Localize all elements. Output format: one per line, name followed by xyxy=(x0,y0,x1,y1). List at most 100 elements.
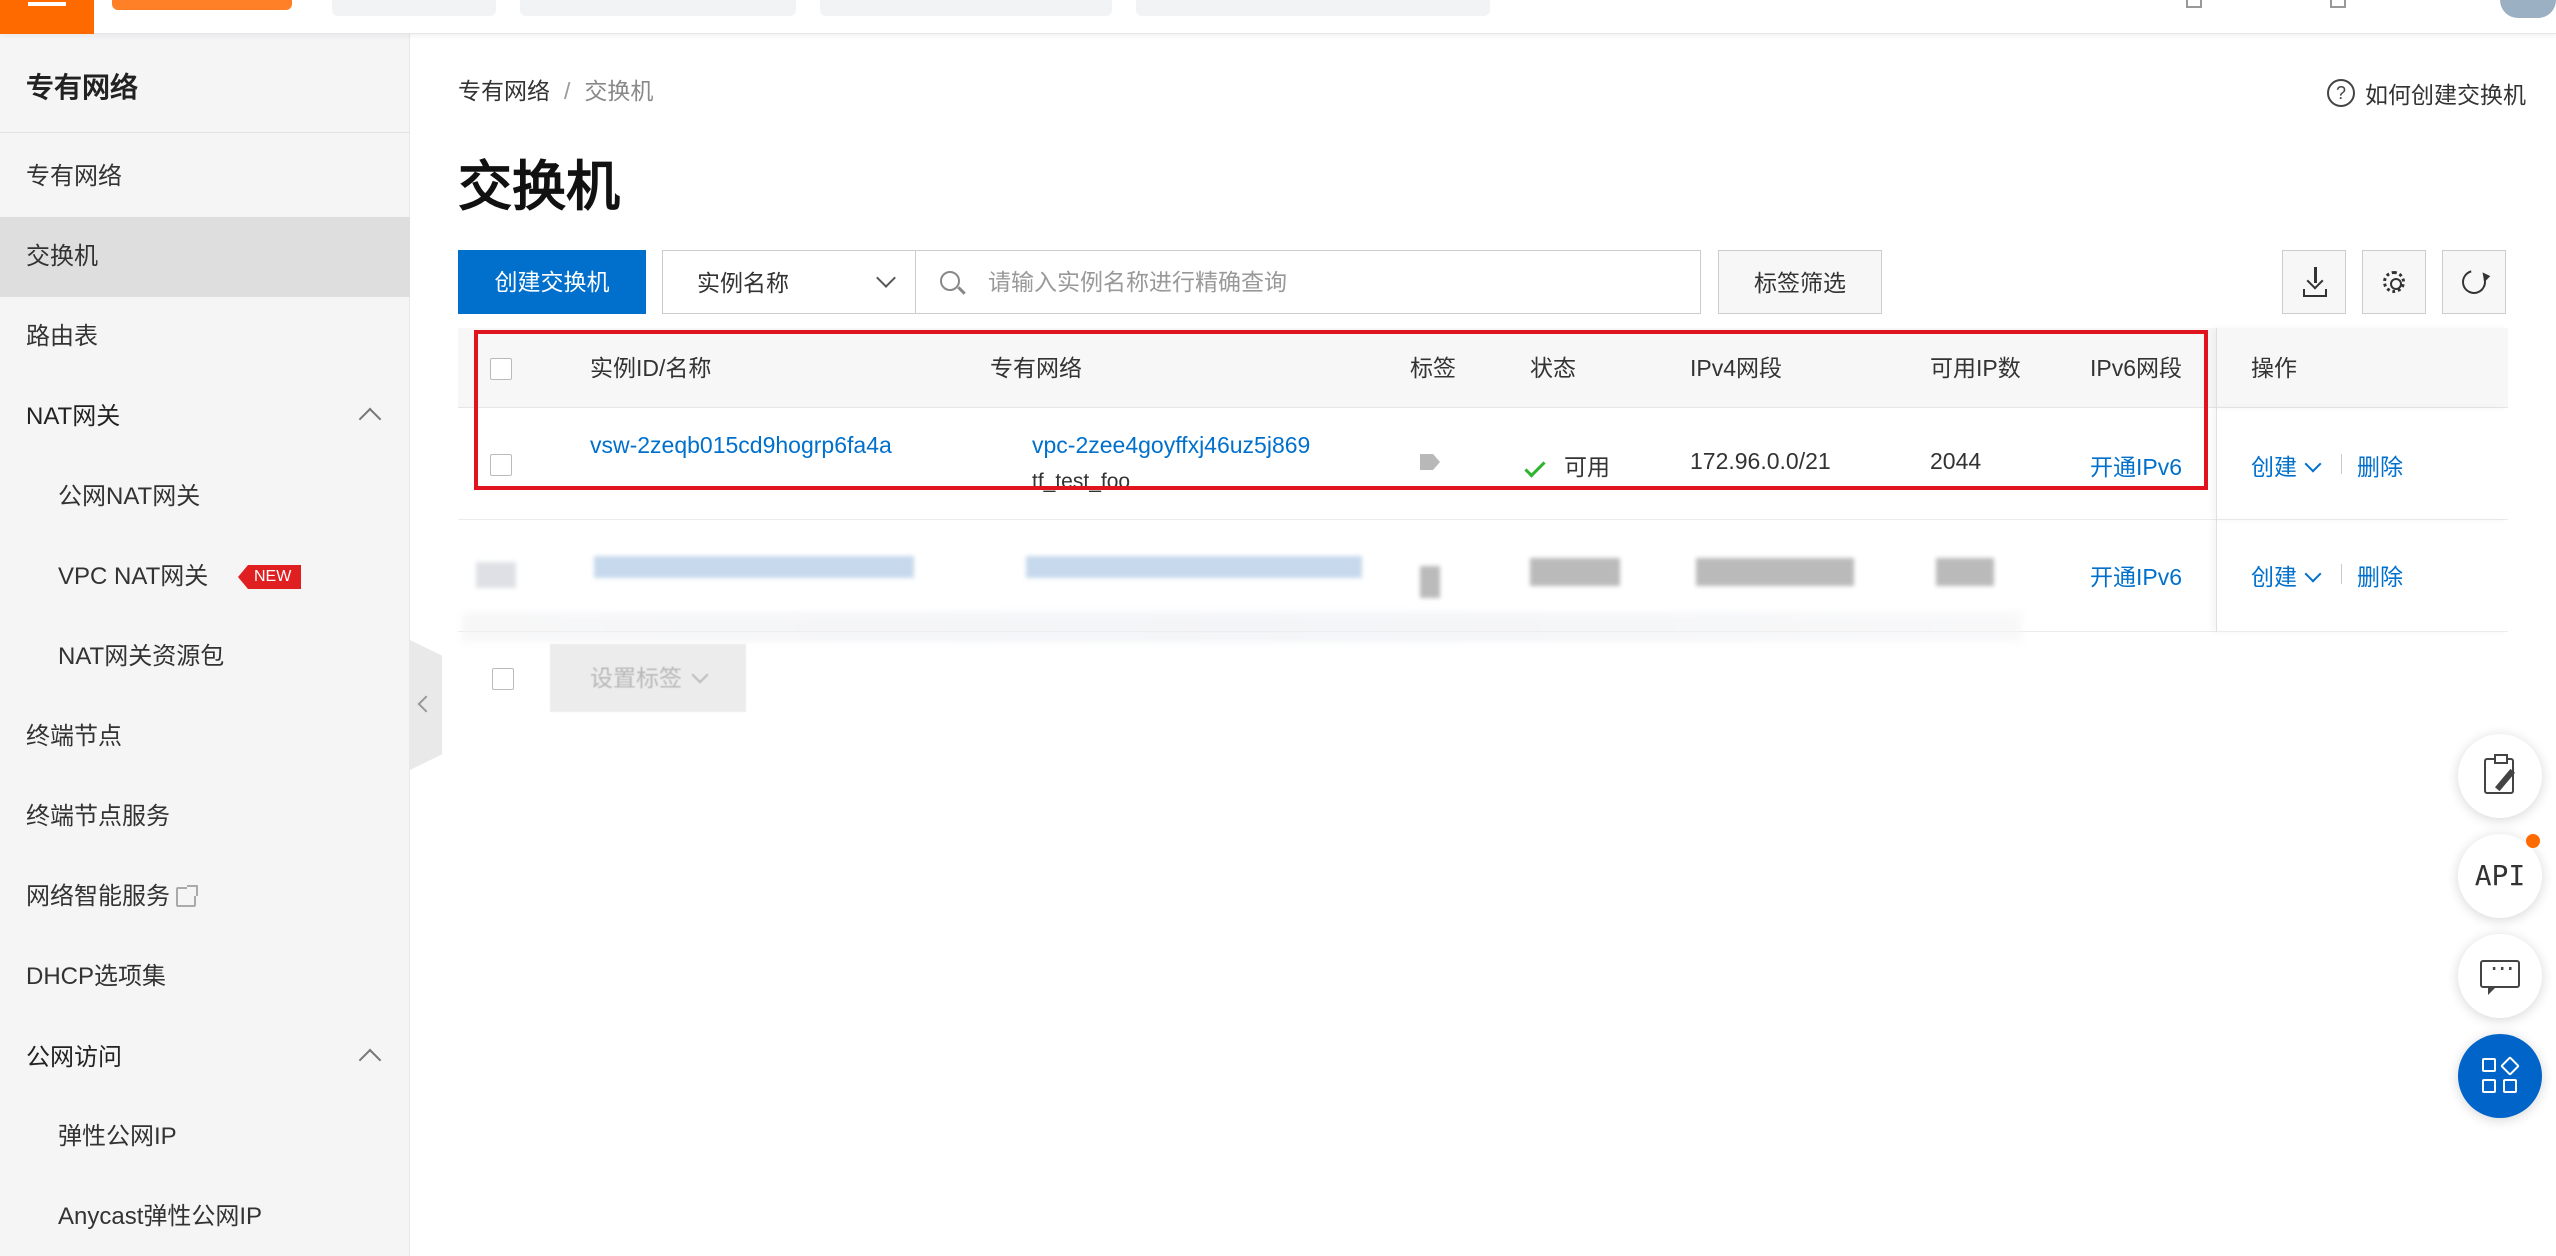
api-button[interactable]: API xyxy=(2458,834,2542,918)
select-all-checkbox[interactable] xyxy=(490,358,512,380)
divider xyxy=(2341,454,2342,474)
chevron-left-icon xyxy=(417,695,435,713)
sidebar-item-network-intelligence[interactable]: 网络智能服务 xyxy=(0,857,410,937)
enable-ipv6-link[interactable]: 开通IPv6 xyxy=(2090,448,2182,482)
sidebar-item-vswitch[interactable]: 交换机 xyxy=(0,217,410,297)
new-badge: NEW xyxy=(238,565,302,589)
page-title: 交换机 xyxy=(458,157,620,217)
sidebar-item-label: 终端节点服务 xyxy=(26,803,170,830)
apps-button[interactable] xyxy=(2458,1034,2542,1118)
divider xyxy=(2341,564,2342,584)
top-nav-item[interactable] xyxy=(520,0,796,16)
create-dropdown[interactable]: 创建 xyxy=(2251,558,2322,592)
search-input[interactable] xyxy=(988,251,1678,313)
sidebar-item-label: 专有网络 xyxy=(26,163,122,190)
sidebar-item-label: NAT网关资源包 xyxy=(58,643,225,670)
delete-link[interactable]: 删除 xyxy=(2357,448,2403,482)
column-header-id-name: 实例ID/名称 xyxy=(590,355,712,381)
sidebar-item-vpc-nat[interactable]: VPC NAT网关 NEW xyxy=(0,537,410,617)
apps-grid-icon xyxy=(2482,1056,2520,1094)
check-icon xyxy=(1524,456,1546,478)
sidebar-title: 专有网络 xyxy=(26,72,139,103)
sidebar-item-label: 路由表 xyxy=(26,323,98,350)
sidebar-item-label: DHCP选项集 xyxy=(26,963,167,990)
help-link[interactable]: ? 如何创建交换机 xyxy=(2327,76,2526,110)
vpc-name: tf_test_foo xyxy=(1032,470,1131,493)
sidebar-group-nat-gateway[interactable]: NAT网关 xyxy=(0,377,410,457)
column-header-ipv6: IPv6网段 xyxy=(2090,355,2183,381)
obscured-available-ip xyxy=(1936,558,1994,586)
obscured-status xyxy=(1530,558,1620,586)
search-field-select[interactable]: 实例名称 xyxy=(662,250,916,314)
sidebar-item-dhcp[interactable]: DHCP选项集 xyxy=(0,937,410,1017)
chevron-up-icon xyxy=(358,407,382,431)
divider xyxy=(0,132,410,133)
sidebar-item-label: NAT网关 xyxy=(26,403,121,430)
sidebar-item-public-nat[interactable]: 公网NAT网关 xyxy=(0,457,410,537)
cart-icon[interactable] xyxy=(2186,0,2202,8)
download-button[interactable] xyxy=(2282,250,2346,314)
notification-icon[interactable] xyxy=(2330,0,2346,8)
top-nav-item[interactable] xyxy=(820,0,1112,16)
global-search[interactable] xyxy=(1136,0,1490,16)
vswitch-id-link[interactable]: vsw-2zeqb015cd9hogrp6fa4a xyxy=(590,432,892,459)
menu-icon xyxy=(28,2,66,6)
settings-button[interactable] xyxy=(2362,250,2426,314)
avatar[interactable] xyxy=(2500,0,2556,18)
sidebar-item-label: 网络智能服务 xyxy=(26,883,170,910)
top-nav-item[interactable] xyxy=(332,0,496,16)
obscured-vpc-id xyxy=(1026,556,1362,578)
question-icon: ? xyxy=(2327,79,2355,107)
chat-button[interactable] xyxy=(2458,934,2542,1018)
sidebar-item-endpoint-service[interactable]: 终端节点服务 xyxy=(0,777,410,857)
obscured-vswitch-id xyxy=(594,556,914,578)
table-row: vsw-2zeqb015cd9hogrp6fa4a vpc-2zee4goyff… xyxy=(458,408,2508,520)
obscured-region xyxy=(462,612,2022,642)
menu-button[interactable] xyxy=(0,0,94,34)
sidebar-item-endpoint[interactable]: 终端节点 xyxy=(0,697,410,777)
help-link-label: 如何创建交换机 xyxy=(2365,82,2526,108)
sidebar-group-public-access[interactable]: 公网访问 xyxy=(0,1018,410,1098)
tag-icon[interactable] xyxy=(1420,454,1440,470)
create-dropdown[interactable]: 创建 xyxy=(2251,448,2322,482)
status-text: 可用 xyxy=(1564,454,1610,480)
row-checkbox[interactable] xyxy=(490,454,512,476)
column-header-actions: 操作 xyxy=(2251,355,2297,381)
vpc-id-link[interactable]: vpc-2zee4goyffxj46uz5j869 xyxy=(1032,432,1310,459)
chevron-up-icon xyxy=(358,1048,382,1072)
chevron-down-icon xyxy=(876,268,896,288)
column-header-vpc: 专有网络 xyxy=(990,355,1082,381)
gear-icon xyxy=(2383,271,2405,293)
set-tags-button[interactable]: 设置标签 xyxy=(550,644,746,712)
delete-link[interactable]: 删除 xyxy=(2357,558,2403,592)
available-ip-count: 2044 xyxy=(1930,448,1982,474)
enable-ipv6-link[interactable]: 开通IPv6 xyxy=(2090,558,2182,592)
sidebar-item-eip[interactable]: 弹性公网IP xyxy=(0,1097,410,1177)
sidebar-item-route-table[interactable]: 路由表 xyxy=(0,297,410,377)
refresh-icon xyxy=(2457,265,2491,299)
sidebar-item-label: 公网NAT网关 xyxy=(58,483,201,510)
tag-filter-button[interactable]: 标签筛选 xyxy=(1718,250,1882,314)
sidebar-item-label: 公网访问 xyxy=(26,1044,122,1071)
refresh-button[interactable] xyxy=(2442,250,2506,314)
column-header-tags: 标签 xyxy=(1410,355,1456,381)
obscured-checkbox xyxy=(476,562,516,588)
sidebar-item-vpc[interactable]: 专有网络 xyxy=(0,137,410,217)
search-box[interactable] xyxy=(915,250,1701,314)
status-cell: 可用 xyxy=(1524,448,1610,482)
batch-select-checkbox[interactable] xyxy=(492,668,514,690)
brand-logo[interactable] xyxy=(112,0,292,10)
actions-cell: 创建 删除 xyxy=(2216,408,2508,520)
obscured-ipv4 xyxy=(1696,558,1854,586)
breadcrumb-root[interactable]: 专有网络 xyxy=(458,78,550,104)
sidebar-item-nat-package[interactable]: NAT网关资源包 xyxy=(0,617,410,697)
sidebar-item-anycast-eip[interactable]: Anycast弹性公网IP xyxy=(0,1177,410,1256)
create-vswitch-button[interactable]: 创建交换机 xyxy=(458,250,646,314)
ipv4-cidr: 172.96.0.0/21 xyxy=(1690,448,1831,474)
feedback-button[interactable] xyxy=(2458,734,2542,818)
chevron-down-icon xyxy=(691,666,709,684)
column-header-available-ip: 可用IP数 xyxy=(1930,355,2021,381)
sidebar-collapse-handle[interactable] xyxy=(410,640,442,770)
obscured-tag xyxy=(1420,566,1440,598)
breadcrumb: 专有网络 / 交换机 xyxy=(458,72,653,106)
